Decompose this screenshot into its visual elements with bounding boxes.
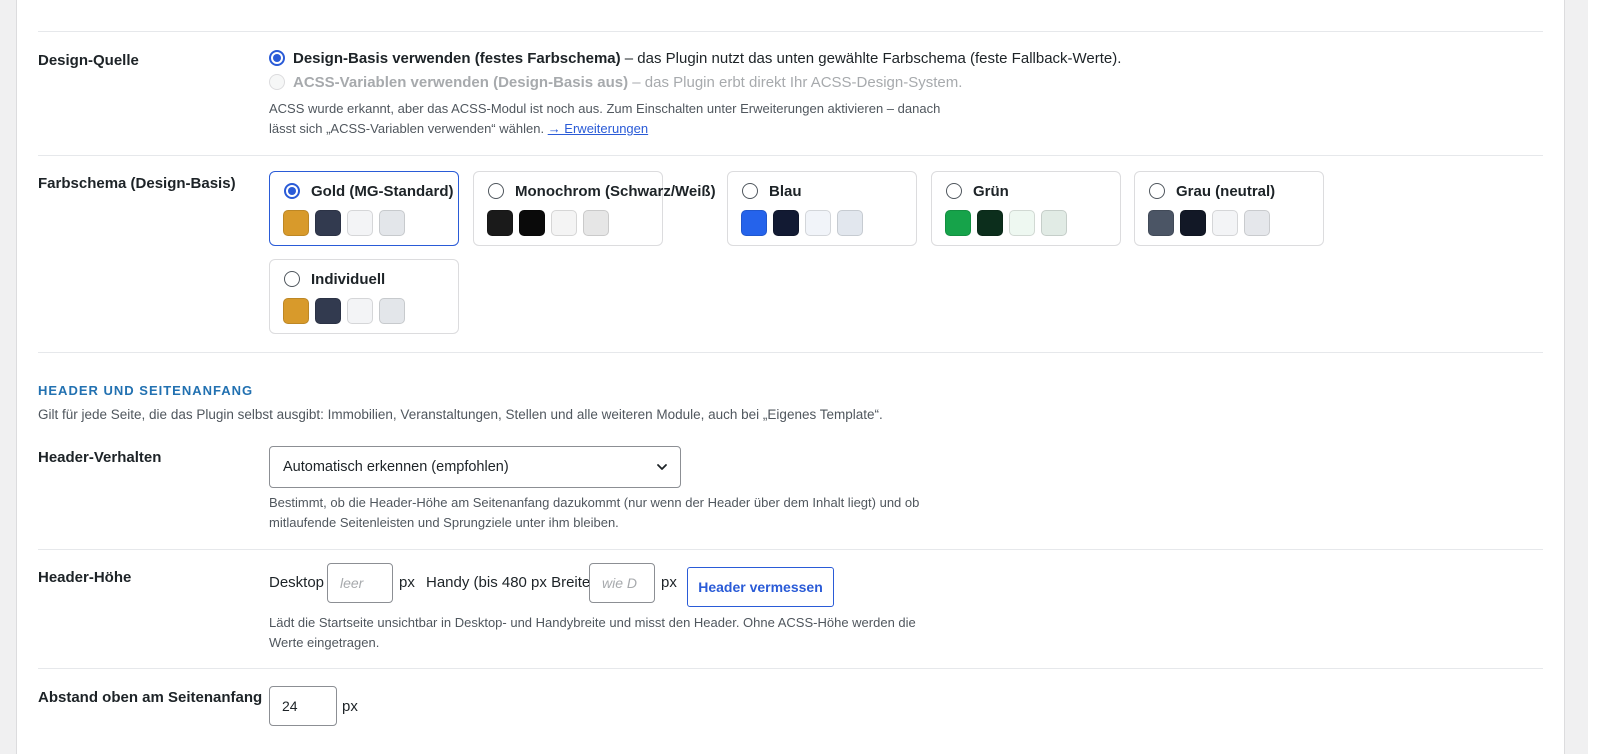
color-scheme-card-gr-n[interactable]: Grün — [931, 171, 1121, 246]
color-scheme-radio[interactable] — [1149, 183, 1165, 199]
mobile-label: Handy (bis 480 px Breite) — [426, 574, 596, 591]
color-swatch — [837, 210, 863, 236]
color-swatch — [1148, 210, 1174, 236]
design-source-help-line2: lässt sich „ACSS-Variablen verwenden“ wä… — [269, 119, 940, 139]
color-scheme-card-grau-neutral[interactable]: Grau (neutral) — [1134, 171, 1324, 246]
acss-variables-option-desc: – das Plugin erbt direkt Ihr ACSS-Design… — [628, 74, 963, 91]
color-swatch — [805, 210, 831, 236]
scrollbar[interactable] — [1588, 0, 1600, 754]
measure-header-button[interactable]: Header vermessen — [687, 567, 834, 607]
header-behavior-label: Header-Verhalten — [38, 449, 162, 466]
color-swatch — [487, 210, 513, 236]
design-source-label: Design-Quelle — [38, 52, 139, 69]
header-height-label: Header-Höhe — [38, 569, 132, 586]
color-scheme-card-label: Grau (neutral) — [1176, 183, 1276, 200]
color-swatch — [551, 210, 577, 236]
header-behavior-help: Bestimmt, ob die Header-Höhe am Seitenan… — [269, 493, 919, 533]
design-source-options: Design-Basis verwenden (festes Farbschem… — [269, 50, 1169, 150]
color-swatch — [379, 210, 405, 236]
color-swatch — [583, 210, 609, 236]
header-behavior-selected: Automatisch erkennen (empfohlen) — [283, 459, 509, 475]
extensions-link[interactable]: → Erweiterungen — [548, 121, 648, 136]
color-scheme-label: Farbschema (Design-Basis) — [38, 175, 236, 192]
color-scheme-card-gold-mg-standard[interactable]: Gold (MG-Standard) — [269, 171, 459, 246]
color-swatch — [379, 298, 405, 324]
color-swatch — [1009, 210, 1035, 236]
header-height-help: Lädt die Startseite unsichtbar in Deskto… — [269, 613, 916, 653]
color-swatch — [741, 210, 767, 236]
color-swatch — [283, 210, 309, 236]
settings-panel: Design-Quelle Design-Basis verwenden (fe… — [16, 0, 1565, 754]
design-source-help-line2-text: lässt sich „ACSS-Variablen verwenden“ wä… — [269, 121, 545, 136]
color-swatch — [315, 298, 341, 324]
chevron-down-icon — [657, 464, 667, 470]
color-swatch — [519, 210, 545, 236]
header-behavior-help-line2: mitlaufende Seitenleisten und Sprungziel… — [269, 515, 619, 530]
color-scheme-card-label: Individuell — [311, 271, 386, 288]
color-scheme-card-label: Gold (MG-Standard) — [311, 183, 454, 200]
divider — [38, 155, 1543, 156]
color-swatch — [773, 210, 799, 236]
color-swatch — [283, 298, 309, 324]
color-scheme-card-individuell[interactable]: Individuell — [269, 259, 459, 334]
color-swatch — [1212, 210, 1238, 236]
desktop-height-input[interactable]: leer — [327, 563, 393, 603]
color-scheme-card-label: Blau — [769, 183, 802, 200]
design-base-option-desc: – das Plugin nutzt das unten gewählte Fa… — [620, 50, 1122, 67]
color-scheme-radio[interactable] — [488, 183, 504, 199]
color-scheme-card-label: Grün — [973, 183, 1009, 200]
color-swatch — [1041, 210, 1067, 236]
divider — [38, 352, 1543, 353]
design-source-help: ACSS wurde erkannt, aber das ACSS-Modul … — [269, 99, 940, 139]
color-swatch — [1244, 210, 1270, 236]
design-base-radio[interactable] — [269, 50, 285, 67]
color-swatch — [1180, 210, 1206, 236]
section-description: Gilt für jede Seite, die das Plugin selb… — [38, 407, 883, 422]
header-height-help-line1: Lädt die Startseite unsichtbar in Deskto… — [269, 615, 916, 630]
color-scheme-card-monochrom-schwarz-wei[interactable]: Monochrom (Schwarz/Weiß) — [473, 171, 716, 246]
color-scheme-radio[interactable] — [742, 183, 758, 199]
color-swatch — [315, 210, 341, 236]
acss-variables-option-title: ACSS-Variablen verwenden (Design-Basis a… — [293, 74, 629, 91]
color-scheme-radio[interactable] — [284, 271, 300, 287]
header-behavior-select[interactable]: Automatisch erkennen (empfohlen) — [269, 446, 681, 488]
design-source-help-line1: ACSS wurde erkannt, aber das ACSS-Modul … — [269, 101, 941, 116]
design-base-option-title: Design-Basis verwenden (festes Farbschem… — [293, 50, 621, 67]
desktop-unit: px — [399, 574, 415, 591]
color-swatch — [347, 210, 373, 236]
top-spacing-input[interactable]: 24 — [269, 686, 337, 726]
top-spacing-label: Abstand oben am Seitenanfang — [38, 689, 263, 706]
color-swatch — [347, 298, 373, 324]
divider — [38, 549, 1543, 550]
header-behavior-help-line1: Bestimmt, ob die Header-Höhe am Seitenan… — [269, 495, 920, 510]
divider — [38, 668, 1543, 669]
color-swatch — [945, 210, 971, 236]
section-title: HEADER UND SEITENANFANG — [38, 383, 254, 398]
mobile-unit: px — [661, 574, 677, 591]
acss-variables-radio — [269, 74, 285, 91]
acss-variables-option: ACSS-Variablen verwenden (Design-Basis a… — [269, 74, 962, 91]
color-scheme-card-label: Monochrom (Schwarz/Weiß) — [515, 183, 716, 200]
divider — [38, 31, 1543, 32]
color-scheme-radio[interactable] — [946, 183, 962, 199]
color-scheme-card-blau[interactable]: Blau — [727, 171, 917, 246]
header-height-help-line2: Werte eingetragen. — [269, 635, 380, 650]
mobile-height-input[interactable]: wie D — [589, 563, 655, 603]
top-spacing-unit: px — [342, 698, 358, 715]
color-scheme-radio[interactable] — [284, 183, 300, 199]
design-base-option[interactable]: Design-Basis verwenden (festes Farbschem… — [269, 50, 1121, 67]
settings-inner: Design-Quelle Design-Basis verwenden (fe… — [38, 0, 1543, 754]
color-swatch — [977, 210, 1003, 236]
desktop-label: Desktop — [269, 574, 325, 591]
